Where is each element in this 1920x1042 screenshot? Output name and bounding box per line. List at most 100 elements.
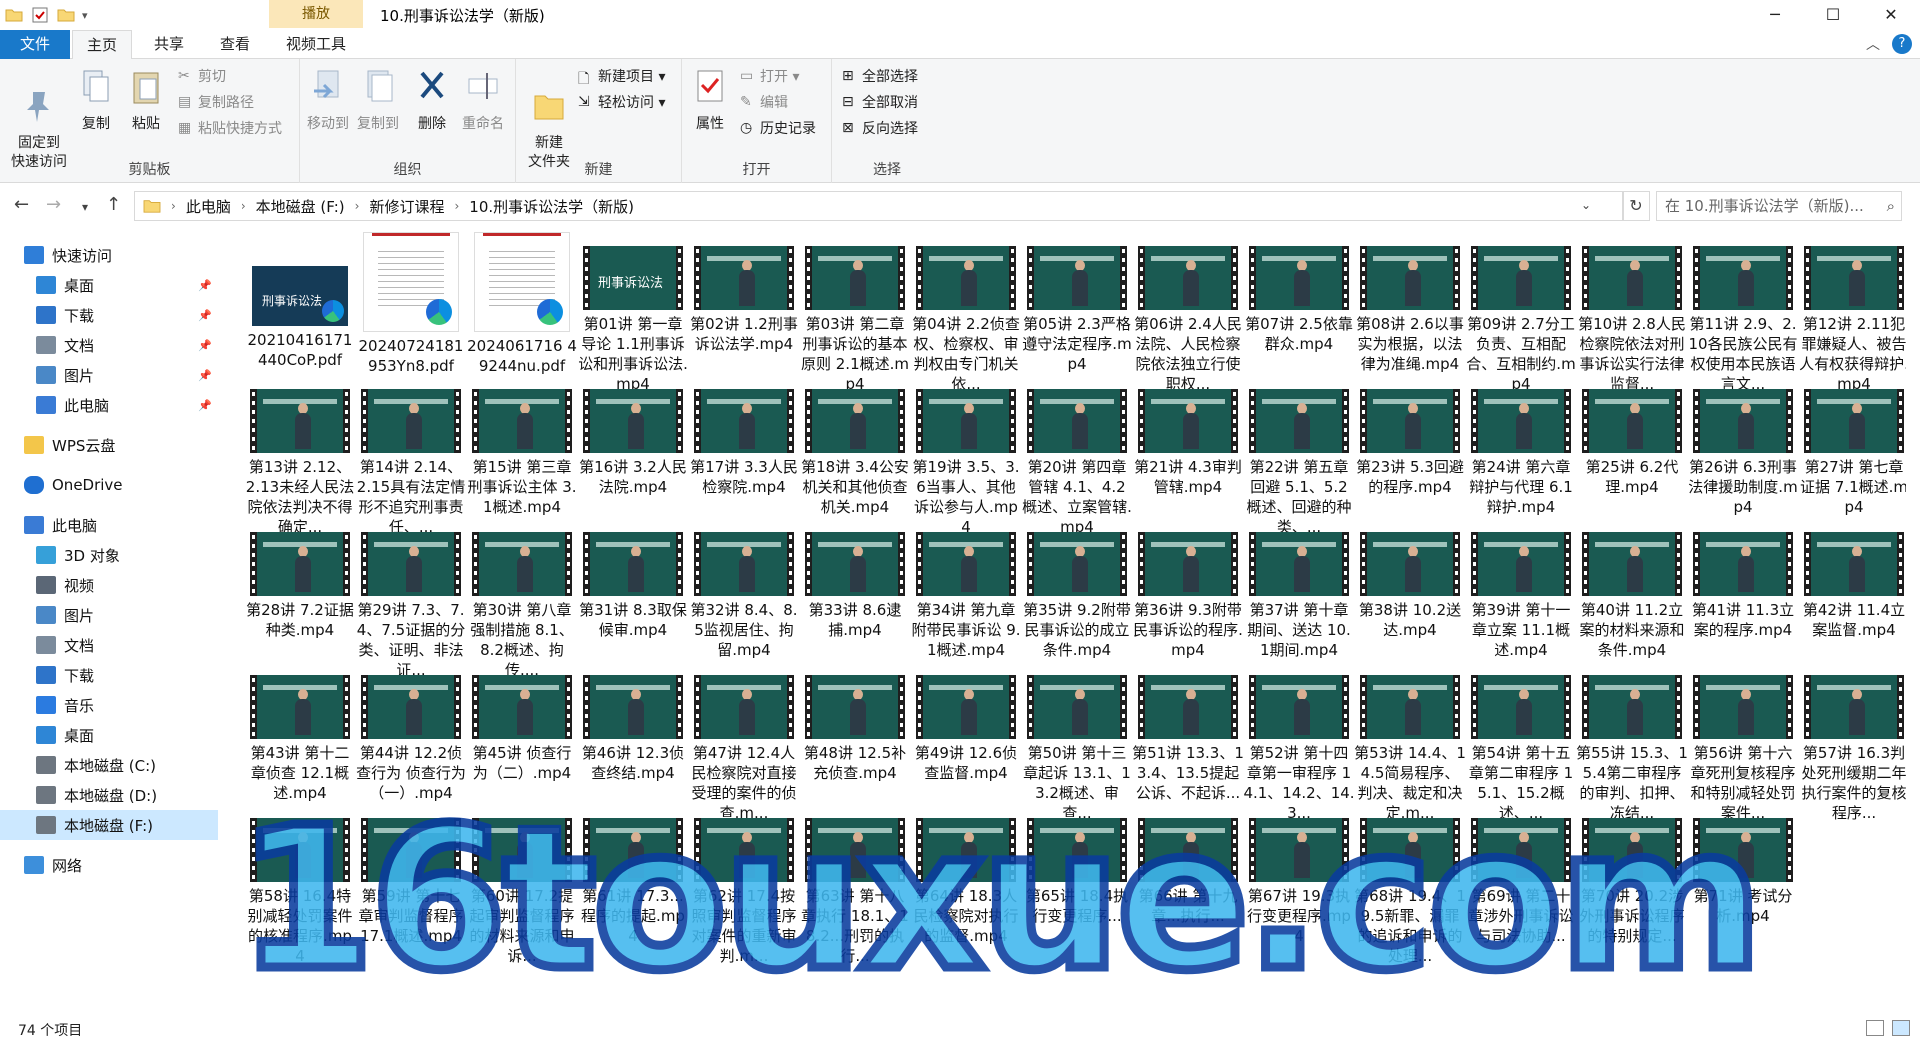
breadcrumb-this-pc[interactable]: 此电脑 [186,196,231,217]
nav-item[interactable]: OneDrive [0,470,218,500]
video-file-item[interactable]: 第09讲 2.7分工负责、互相配合、互相制约.mp4 [1465,232,1577,394]
video-file-item[interactable]: 刑事诉讼法 第01讲 第一章导论 1.1刑事诉讼和刑事诉讼法.mp4 [577,232,689,394]
nav-item[interactable]: 桌面 [0,720,218,750]
video-file-item[interactable]: 第68讲 19.4、19.5新罪、漏罪的追诉和申诉的处理... [1354,804,1466,966]
video-file-item[interactable]: 第08讲 2.6以事实为根据，以法律为准绳.mp4 [1354,232,1466,374]
nav-item[interactable]: 文档 [0,630,218,660]
video-file-item[interactable]: 第21讲 4.3审判管辖.mp4 [1132,375,1244,497]
video-file-item[interactable]: 第51讲 13.3、13.4、13.5提起公诉、不起诉... [1132,661,1244,803]
details-view-icon[interactable] [1866,1020,1884,1036]
pdf-file-item[interactable]: 刑事诉讼法 20210416171440CoP.pdf [244,232,356,370]
pdf-file-item[interactable]: 2024061716 49244nu.pdf [466,232,578,376]
video-file-item[interactable]: 第25讲 6.2代理.mp4 [1576,375,1688,497]
paste-button[interactable]: 粘贴 [126,65,166,134]
video-file-item[interactable]: 第06讲 2.4人民法院、人民检察院依法独立行使职权... [1132,232,1244,394]
video-file-item[interactable]: 第17讲 3.3人民检察院.mp4 [688,375,800,497]
select-all-button[interactable]: ⊞ 全部选择 [842,65,918,87]
video-file-item[interactable]: 第52讲 第十四章第一审程序 14.1、14.2、14.3... [1243,661,1355,823]
video-file-item[interactable]: 第44讲 12.2侦查行为 侦查行为（一）.mp4 [355,661,467,803]
video-file-item[interactable]: 第33讲 8.6逮捕.mp4 [799,518,911,640]
new-folder-button[interactable]: 新建 文件夹 [526,65,572,172]
nav-item[interactable]: WPS云盘 [0,430,218,460]
video-file-item[interactable]: 第66讲 第十九章...执行... [1132,804,1244,926]
nav-item[interactable]: 桌面 📌 [0,270,218,300]
easy-access-button[interactable]: ⇲ 轻松访问 ▾ [578,91,665,113]
video-file-item[interactable]: 第32讲 8.4、8.5监视居住、拘留.mp4 [688,518,800,660]
video-file-item[interactable]: 第42讲 11.4立案监督.mp4 [1798,518,1906,640]
rename-button[interactable]: 重命名 [458,65,508,134]
maximize-button[interactable]: ☐ [1804,0,1862,30]
video-file-item[interactable]: 第29讲 7.3、7.4、7.5证据的分类、证明、非法证... [355,518,467,680]
new-item-button[interactable]: 🗋 新建项目 ▾ [578,65,665,87]
video-file-item[interactable]: 第22讲 第五章回避 5.1、5.2概述、回避的种类、... [1243,375,1355,537]
video-file-item[interactable]: 第54讲 第十五章第二审程序 15.1、15.2概述、... [1465,661,1577,823]
search-input[interactable]: 在 10.刑事诉讼法学（新版)... ⌕ [1656,191,1902,221]
properties-check-icon[interactable] [30,5,50,25]
video-file-item[interactable]: 第14讲 2.14、2.15具有法定情形不追究刑事责任、... [355,375,467,537]
nav-item[interactable]: 下载 [0,660,218,690]
video-file-item[interactable]: 第65讲 18.4执行变更程序... [1021,804,1133,926]
address-dropdown-icon[interactable]: ⌄ [1581,198,1591,212]
nav-item[interactable]: 图片 [0,600,218,630]
video-file-item[interactable]: 第60讲 17.2提起审判监督程序的材料来源和申诉... [466,804,578,966]
video-file-item[interactable]: 第07讲 2.5依靠群众.mp4 [1243,232,1355,354]
video-file-item[interactable]: 第53讲 14.4、14.5简易程序、判决、裁定和决定.m... [1354,661,1466,823]
nav-item[interactable]: 下载 📌 [0,300,218,330]
tab-home[interactable]: 主页 [72,30,132,59]
nav-item[interactable]: 快速访问 [0,240,218,270]
forward-button[interactable]: → [46,194,61,215]
select-none-button[interactable]: ⊟ 全部取消 [842,91,918,113]
video-file-item[interactable]: 第59讲 第十七章审判监督程序 17.1概述.mp4 [355,804,467,946]
video-file-item[interactable]: 第43讲 第十二章侦查 12.1概述.mp4 [244,661,356,803]
video-file-item[interactable]: 第57讲 16.3判处死刑缓期二年执行案件的复核程序... [1798,661,1906,823]
search-icon[interactable]: ⌕ [1887,192,1895,220]
breadcrumb-course-folder[interactable]: 新修订课程 [369,196,444,217]
nav-item[interactable]: 本地磁盘 (F:) [0,810,218,840]
video-file-item[interactable]: 第04讲 2.2侦查权、检察权、审判权由专门机关依... [910,232,1022,394]
large-icons-view-icon[interactable] [1892,1020,1910,1036]
breadcrumb-current-folder[interactable]: 10.刑事诉讼法学（新版) [469,196,634,217]
cut-button[interactable]: ✂ 剪切 [178,65,226,87]
video-file-item[interactable]: 第50讲 第十三章起诉 13.1、13.2概述、审查... [1021,661,1133,823]
address-bar[interactable]: › 此电脑 › 本地磁盘 (F:) › 新修订课程 › 10.刑事诉讼法学（新版… [134,191,1624,221]
close-button[interactable]: ✕ [1862,0,1920,30]
tab-view[interactable]: 查看 [206,30,264,59]
video-file-item[interactable]: 第23讲 5.3回避的程序.mp4 [1354,375,1466,497]
video-file-item[interactable]: 第24讲 第六章辩护与代理 6.1辩护.mp4 [1465,375,1577,517]
video-file-item[interactable]: 第46讲 12.3侦查终结.mp4 [577,661,689,783]
recent-locations-icon[interactable]: ▾ [82,200,88,214]
nav-item[interactable]: 本地磁盘 (C:) [0,750,218,780]
copy-to-button[interactable]: 复制到 [354,65,402,134]
video-file-item[interactable]: 第64讲 18.3人民检察院对执行的监督.mp4 [910,804,1022,946]
video-file-item[interactable]: 第12讲 2.11犯罪嫌疑人、被告人有权获得辩护.mp4 [1798,232,1906,394]
video-file-item[interactable]: 第55讲 15.3、15.4第二审程序的审判、扣押、冻结... [1576,661,1688,823]
nav-item[interactable]: 图片 📌 [0,360,218,390]
video-file-item[interactable]: 第03讲 第二章刑事诉讼的基本原则 2.1概述.mp4 [799,232,911,394]
video-file-item[interactable]: 第41讲 11.3立案的程序.mp4 [1687,518,1799,640]
move-to-button[interactable]: 移动到 [304,65,352,134]
video-file-item[interactable]: 第39讲 第十一章立案 11.1概述.mp4 [1465,518,1577,660]
nav-item[interactable]: 网络 [0,850,218,880]
edit-button[interactable]: ✎ 编辑 [740,91,788,113]
open-button[interactable]: ▭ 打开 ▾ [740,65,799,87]
video-file-item[interactable]: 第38讲 10.2送达.mp4 [1354,518,1466,640]
nav-item[interactable]: 3D 对象 [0,540,218,570]
pdf-file-item[interactable]: 20240724181953Yn8.pdf [355,232,467,376]
nav-item[interactable]: 文档 📌 [0,330,218,360]
video-file-item[interactable]: 第49讲 12.6侦查监督.mp4 [910,661,1022,783]
minimize-button[interactable]: ─ [1746,0,1804,30]
video-file-item[interactable]: 第36讲 9.3附带民事诉讼的程序.mp4 [1132,518,1244,660]
copy-button[interactable]: 复制 [76,65,116,134]
breadcrumb-drive-f[interactable]: 本地磁盘 (F:) [256,196,345,217]
video-file-item[interactable]: 第16讲 3.2人民法院.mp4 [577,375,689,497]
nav-item[interactable]: 音乐 [0,690,218,720]
video-file-item[interactable]: 第11讲 2.9、2.10各民族公民有权使用本民族语言文... [1687,232,1799,394]
video-file-item[interactable]: 第62讲 17.4按照审判监督程序对案件的重新审判.m... [688,804,800,966]
nav-item[interactable]: 本地磁盘 (D:) [0,780,218,810]
video-file-item[interactable]: 第26讲 6.3刑事法律援助制度.mp4 [1687,375,1799,517]
video-file-item[interactable]: 第61讲 17.3...程序的提起.mp4 [577,804,689,946]
video-file-item[interactable]: 第45讲 侦查行为（二）.mp4 [466,661,578,783]
video-file-item[interactable]: 第28讲 7.2证据种类.mp4 [244,518,356,640]
video-file-item[interactable]: 第13讲 2.12、2.13未经人民法院依法判决不得确定... [244,375,356,537]
nav-item[interactable]: 此电脑 📌 [0,390,218,420]
